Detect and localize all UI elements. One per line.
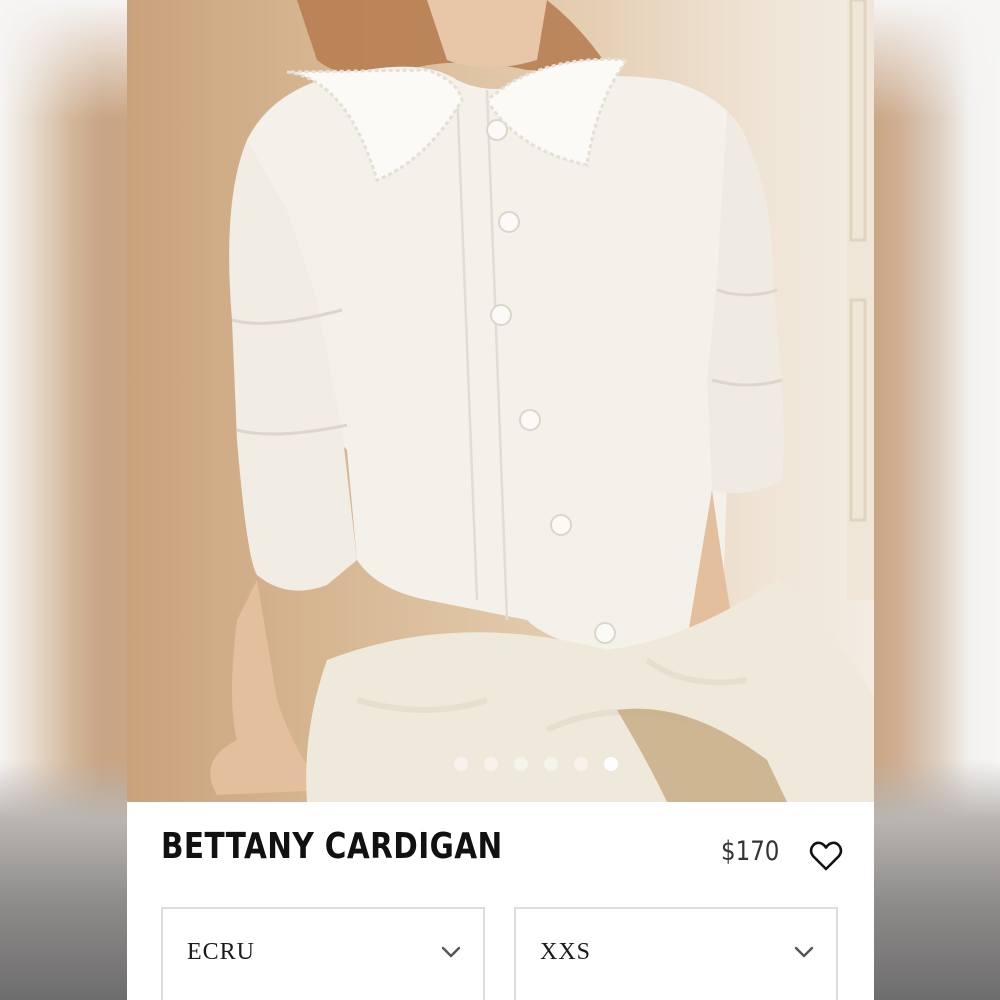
product-photo-illustration [210,0,874,802]
gallery-pagination [127,757,874,771]
gallery-dot[interactable] [543,757,558,771]
chevron-down-icon [441,946,461,958]
gallery-dot-active[interactable] [603,757,618,771]
chevron-down-icon [794,946,814,958]
size-select[interactable]: XXS [514,907,838,1000]
product-image[interactable] [127,0,874,802]
product-card: BETTANY CARDIGAN $170 ECRU XXS [127,0,874,1000]
gallery-dot[interactable] [573,757,588,771]
gallery-dot[interactable] [483,757,498,771]
product-price: $170 [721,836,780,867]
product-title: BETTANY CARDIGAN [161,826,503,867]
heart-icon[interactable] [809,840,843,872]
size-select-value: XXS [540,939,592,965]
gallery-dot[interactable] [453,757,468,771]
gallery-dot[interactable] [513,757,528,771]
color-select-value: ECRU [187,939,256,965]
color-select[interactable]: ECRU [161,907,485,1000]
